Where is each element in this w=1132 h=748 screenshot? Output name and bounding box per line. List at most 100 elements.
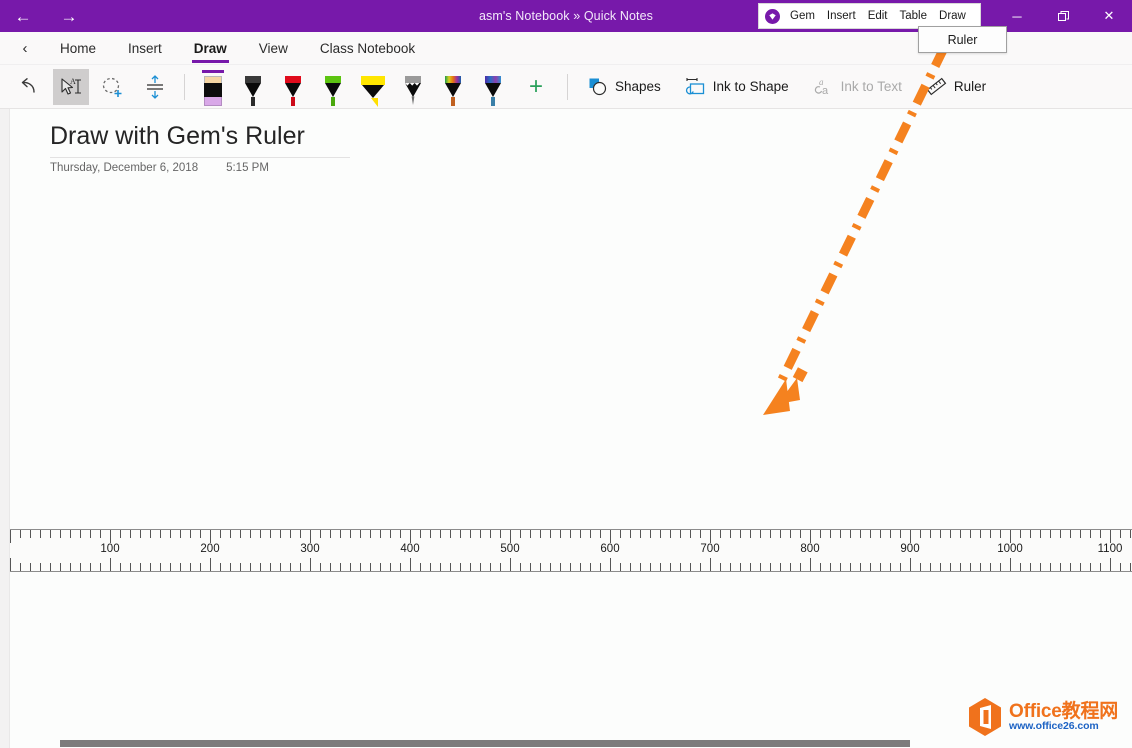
chevron-left-icon[interactable]: ‹ (10, 32, 40, 65)
ruler-minor-tick (70, 530, 71, 538)
horizontal-scrollbar[interactable] (20, 738, 1132, 748)
lasso-select-tool[interactable] (95, 69, 131, 105)
ruler-minor-tick (130, 530, 131, 538)
ink-to-text-label: Ink to Text (841, 79, 902, 94)
ruler-minor-tick (830, 563, 831, 571)
ruler-minor-tick (260, 563, 261, 571)
ruler-minor-tick (270, 530, 271, 538)
maximize-button[interactable] (1040, 0, 1086, 32)
tab-draw[interactable]: Draw (178, 32, 243, 65)
ruler-minor-tick (550, 563, 551, 571)
ruler-major-tick (1010, 558, 1011, 571)
ruler-minor-tick (890, 563, 891, 571)
add-pen-button[interactable]: + (519, 69, 553, 105)
shapes-icon (588, 77, 608, 97)
gem-menu-item-insert[interactable]: Insert (821, 8, 862, 24)
pencil-body (405, 83, 421, 106)
ruler-minor-tick (870, 530, 871, 538)
page-date[interactable]: Thursday, December 6, 2018 (50, 162, 198, 174)
ruler-minor-tick (1040, 530, 1041, 538)
ruler-minor-tick (630, 530, 631, 538)
ruler-minor-tick (230, 563, 231, 571)
ruler-minor-tick (780, 563, 781, 571)
type-select-tool[interactable]: A (53, 69, 89, 105)
ruler-minor-tick (820, 563, 821, 571)
ruler-minor-tick (590, 563, 591, 571)
ruler-major-tick (710, 558, 711, 571)
ruler-minor-tick (150, 530, 151, 538)
ruler-minor-tick (180, 563, 181, 571)
tab-class-notebook[interactable]: Class Notebook (304, 32, 431, 65)
note-page[interactable]: Draw with Gem's Ruler Thursday, December… (10, 109, 1132, 748)
pen-rainbow[interactable] (436, 68, 470, 106)
page-title[interactable]: Draw with Gem's Ruler (50, 122, 350, 151)
highlighter-nib (371, 98, 378, 107)
ruler-minor-tick (940, 530, 941, 538)
gem-menu-item-draw[interactable]: Draw (933, 8, 972, 24)
ruler-minor-tick (850, 563, 851, 571)
ruler-minor-tick (730, 530, 731, 538)
ruler-minor-tick (130, 563, 131, 571)
highlighter-yellow[interactable] (356, 68, 390, 106)
gem-menu-item-gem[interactable]: Gem (784, 8, 821, 24)
ruler-minor-tick (180, 530, 181, 538)
gem-menu-item-table[interactable]: Table (894, 8, 934, 24)
ruler-minor-tick (790, 563, 791, 571)
pen-red[interactable] (276, 68, 310, 106)
ruler-major-tick (410, 530, 411, 543)
ruler-minor-tick (480, 563, 481, 571)
ruler-minor-tick (350, 563, 351, 571)
ruler-major-tick (510, 558, 511, 571)
pen-nib (491, 97, 495, 106)
toolbar-divider-1 (184, 74, 185, 100)
ruler-minor-tick (320, 563, 321, 571)
ink-to-shape-button[interactable]: Ink to Shape (675, 69, 799, 105)
ruler-tick-label: 200 (200, 543, 219, 555)
page-time[interactable]: 5:15 PM (226, 162, 269, 174)
ruler-minor-tick (50, 530, 51, 538)
ruler-minor-tick (1020, 563, 1021, 571)
close-button[interactable]: ✕ (1086, 0, 1132, 32)
undo-button[interactable] (11, 69, 47, 105)
ruler-minor-tick (200, 530, 201, 538)
ruler-minor-tick (1070, 530, 1071, 538)
tab-insert[interactable]: Insert (112, 32, 178, 65)
ruler-minor-tick (1100, 563, 1101, 571)
tab-home[interactable]: Home (44, 32, 112, 65)
tab-view[interactable]: View (243, 32, 304, 65)
pencil-grey[interactable] (396, 68, 430, 106)
ruler-minor-tick (650, 530, 651, 538)
ruler-minor-tick (660, 530, 661, 538)
ink-ruler-widget[interactable]: 10020030040050060070080090010001100 (10, 529, 1132, 572)
ruler-minor-tick (120, 530, 121, 538)
scrollbar-thumb[interactable] (60, 740, 910, 747)
ruler-major-tick (610, 558, 611, 571)
shapes-button[interactable]: Shapes (578, 69, 671, 105)
pen-body (445, 83, 461, 97)
pen-black-selected[interactable] (196, 68, 230, 106)
ruler-minor-tick (290, 563, 291, 571)
ruler-minor-tick (300, 530, 301, 538)
ruler-minor-tick (560, 530, 561, 538)
ruler-minor-tick (340, 530, 341, 538)
pen-black[interactable] (236, 68, 270, 106)
ruler-minor-tick (860, 563, 861, 571)
ruler-minor-tick (800, 563, 801, 571)
ink-to-shape-icon (685, 76, 706, 97)
ruler-minor-tick (970, 530, 971, 538)
ruler-minor-tick (140, 563, 141, 571)
ruler-major-tick (510, 530, 511, 543)
pen-green[interactable] (316, 68, 350, 106)
ruler-minor-tick (680, 563, 681, 571)
ruler-minor-tick (940, 563, 941, 571)
ruler-minor-tick (380, 563, 381, 571)
ruler-minor-tick (1130, 563, 1131, 571)
ruler-button[interactable]: Ruler (916, 69, 996, 105)
ruler-minor-tick (490, 563, 491, 571)
ruler-minor-tick (30, 563, 31, 571)
ruler-minor-tick (600, 530, 601, 538)
pen-galaxy[interactable] (476, 68, 510, 106)
insert-space-tool[interactable] (137, 69, 173, 105)
ruler-minor-tick (970, 563, 971, 571)
gem-menu-item-edit[interactable]: Edit (862, 8, 894, 24)
